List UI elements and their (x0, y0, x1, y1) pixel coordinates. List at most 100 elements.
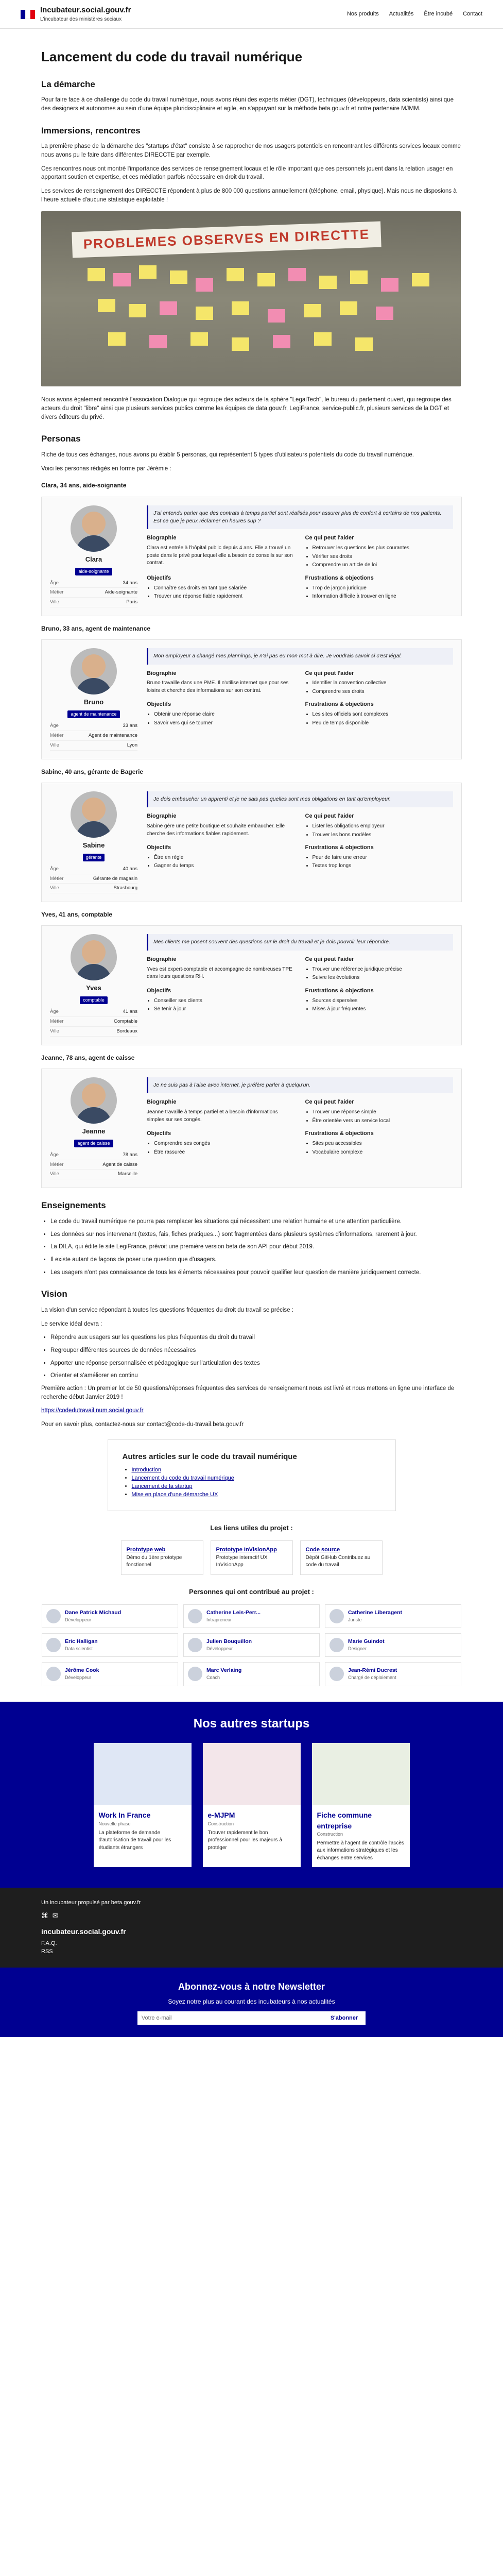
label: Biographie (147, 535, 177, 541)
brand[interactable]: Incubateur.social.gouv.fr L'incubateur d… (21, 5, 131, 23)
list-item: Le code du travail numérique ne pourra p… (50, 1217, 462, 1226)
list-item: Obtenir une réponse claire (154, 711, 295, 719)
startup-desc: La plateforme de demande d'autorisation … (98, 1829, 171, 1851)
list-item: Peu de temps disponible (313, 720, 454, 727)
related-article-link[interactable]: Lancement du code du travail numérique (132, 1475, 234, 1481)
link-card[interactable]: Prototype InVisionApp Prototype interacti… (210, 1540, 293, 1575)
footer-faq[interactable]: F.A.Q. (41, 1940, 462, 1948)
contributor-role: Chargé de déploiement (348, 1675, 396, 1681)
label: Métier (50, 1161, 64, 1167)
nav-item-produits[interactable]: Nos produits (347, 10, 379, 19)
mail-icon[interactable]: ✉ (53, 1911, 59, 1920)
social-icons: ⌘ ✉ (41, 1910, 462, 1921)
contributor-role: Designer (348, 1646, 367, 1652)
avatar (46, 1608, 61, 1623)
startup-card[interactable]: Work In France Nouvelle phase La platefo… (93, 1743, 192, 1868)
link-card-title[interactable]: Prototype InVisionApp (216, 1547, 277, 1553)
contributor-card[interactable]: Catherine Leis-Perr... Intrapreneur (183, 1604, 320, 1628)
label: Ville (50, 599, 59, 605)
site-header: Incubateur.social.gouv.fr L'incubateur d… (0, 0, 503, 29)
list-item: Connaître ses droits en tant que salarié… (154, 585, 295, 592)
list-item: Retrouver les questions les plus courant… (313, 545, 454, 552)
contributors-grid: Dane Patrick Michaud Développeur Catheri… (42, 1604, 461, 1686)
startup-card[interactable]: e-MJPM Construction Trouver rapidement l… (202, 1743, 301, 1868)
related-article-link[interactable]: Lancement de la startup (132, 1483, 193, 1489)
persona-card: Sabine gérante Âge 40 ans Métier Gérante d… (41, 782, 462, 903)
link-card-desc: Démo du 1ère prototype fonctionnel (126, 1554, 182, 1568)
immersions-p3: Les services de renseignement des DIRECC… (41, 188, 457, 203)
contributor-card[interactable]: Dane Patrick Michaud Développeur (42, 1604, 178, 1628)
contributor-card[interactable]: Jérôme Cook Développeur (42, 1662, 178, 1686)
avatar (329, 1667, 344, 1682)
useful-links: Prototype web Démo du 1ère prototype fonc… (41, 1540, 462, 1575)
link-card-title[interactable]: Code source (306, 1547, 340, 1553)
contributor-card[interactable]: Jean-Rémi Ducrest Chargé de déploiement (325, 1662, 461, 1686)
persona-bio: Jeanne travaille à temps partiel et a be… (147, 1109, 278, 1123)
persona-tag: gérante (82, 853, 105, 861)
startup-phase: Construction (317, 1831, 343, 1837)
contributor-card[interactable]: Marie Guindot Designer (325, 1633, 461, 1657)
footer-rss[interactable]: RSS (41, 1948, 462, 1956)
persona-card: Clara aide-soignante Âge 34 ans Métier Aid… (41, 496, 462, 616)
persona-name: Clara (85, 555, 102, 563)
label: Métier (50, 732, 64, 738)
startup-title: Work In France (98, 1811, 151, 1820)
subscribe-button[interactable]: S'abonner (322, 2011, 366, 2025)
article: Lancement du code du travail numérique L… (0, 47, 503, 1686)
newsletter-email-input[interactable] (137, 2011, 323, 2025)
list-item: Les usagers n'ont pas connaissance de to… (50, 1268, 462, 1277)
list-item: Vocabulaire complexe (313, 1149, 454, 1157)
vision-link[interactable]: https://codedutravail.num.social.gouv.fr (41, 1408, 144, 1414)
persona-quote: Mon employeur a changé mes plannings, je… (147, 648, 453, 665)
contributor-card[interactable]: Julien Bouquillon Développeur (183, 1633, 320, 1657)
label: Métier (50, 589, 64, 596)
related-article-link[interactable]: Introduction (132, 1467, 161, 1473)
other-startups-section: Nos autres startups Work In France Nouve… (0, 1701, 503, 1888)
list-item: Textes trop longs (313, 862, 454, 870)
persona-tag: comptable (80, 996, 108, 1005)
list-item: Être en règle (154, 854, 295, 862)
contributors-heading: Personnes qui ont contribué au projet : (189, 1587, 314, 1596)
nav-item-incube[interactable]: Être incubé (424, 10, 453, 19)
link-card-title[interactable]: Prototype web (127, 1547, 166, 1553)
label: Ce qui peut l'aider (305, 1099, 354, 1106)
contributor-card[interactable]: Marc Verlaing Coach (183, 1662, 320, 1686)
persona-job: Aide-soignante (105, 589, 137, 596)
persona-job: Gérante de magasin (93, 875, 137, 882)
link-card[interactable]: Prototype web Démo du 1ère prototype fonc… (120, 1540, 203, 1575)
link-card-desc: Prototype interactif UX InVisionApp (216, 1554, 268, 1568)
persona-age: 40 ans (123, 866, 137, 872)
list-item: Trouver une référence juridique précise (313, 966, 454, 974)
contributor-name: Marie Guindot (348, 1638, 385, 1645)
startup-image (202, 1743, 301, 1805)
nav-item-contact[interactable]: Contact (463, 10, 482, 19)
label: Ville (50, 885, 59, 891)
list-item: Information difficile à trouver en ligne (313, 593, 454, 601)
persona-quote: Je dois embaucher un apprenti et je ne s… (147, 791, 453, 808)
immersions-p2: Ces rencontres nous ont montré l'importa… (41, 165, 453, 181)
contributor-name: Catherine Liberagent (348, 1609, 403, 1616)
persona-tag: agent de maintenance (67, 710, 120, 719)
github-icon[interactable]: ⌘ (41, 1911, 48, 1920)
list-item: Comprendre ses congés (154, 1140, 295, 1148)
persona-job: Agent de caisse (102, 1161, 137, 1167)
contributor-name: Jean-Rémi Ducrest (348, 1667, 397, 1674)
nav-item-actualites[interactable]: Actualités (389, 10, 414, 19)
persona-job: Comptable (114, 1019, 137, 1025)
demarche-heading: La démarche (41, 79, 95, 89)
contributor-role: Intrapreneur (206, 1617, 232, 1622)
link-card[interactable]: Code source Dépôt GitHub Contribuez au co… (300, 1540, 383, 1575)
list-item: Orienter et s'améliorer en continu (50, 1371, 462, 1380)
label: Frustrations & objections (305, 701, 374, 708)
related-article-link[interactable]: Mise en place d'une démarche UX (132, 1492, 218, 1498)
persona-tag: aide-soignante (75, 567, 112, 575)
startup-card[interactable]: Fiche commune entreprise Construction Pe… (311, 1743, 410, 1868)
contributor-name: Dane Patrick Michaud (65, 1609, 122, 1616)
contributor-card[interactable]: Catherine Liberagent Juriste (325, 1604, 461, 1628)
contributor-card[interactable]: Eric Halligan Data scientist (42, 1633, 178, 1657)
newsletter-sub: Soyez notre plus au courant des incubate… (168, 1997, 335, 2005)
persona-name: Jeanne (82, 1127, 106, 1136)
list-item: Il existe autant de façons de poser une … (50, 1256, 462, 1264)
list-item: Mises à jour fréquentes (313, 1006, 454, 1013)
immersions-heading: Immersions, rencontres (41, 125, 141, 135)
